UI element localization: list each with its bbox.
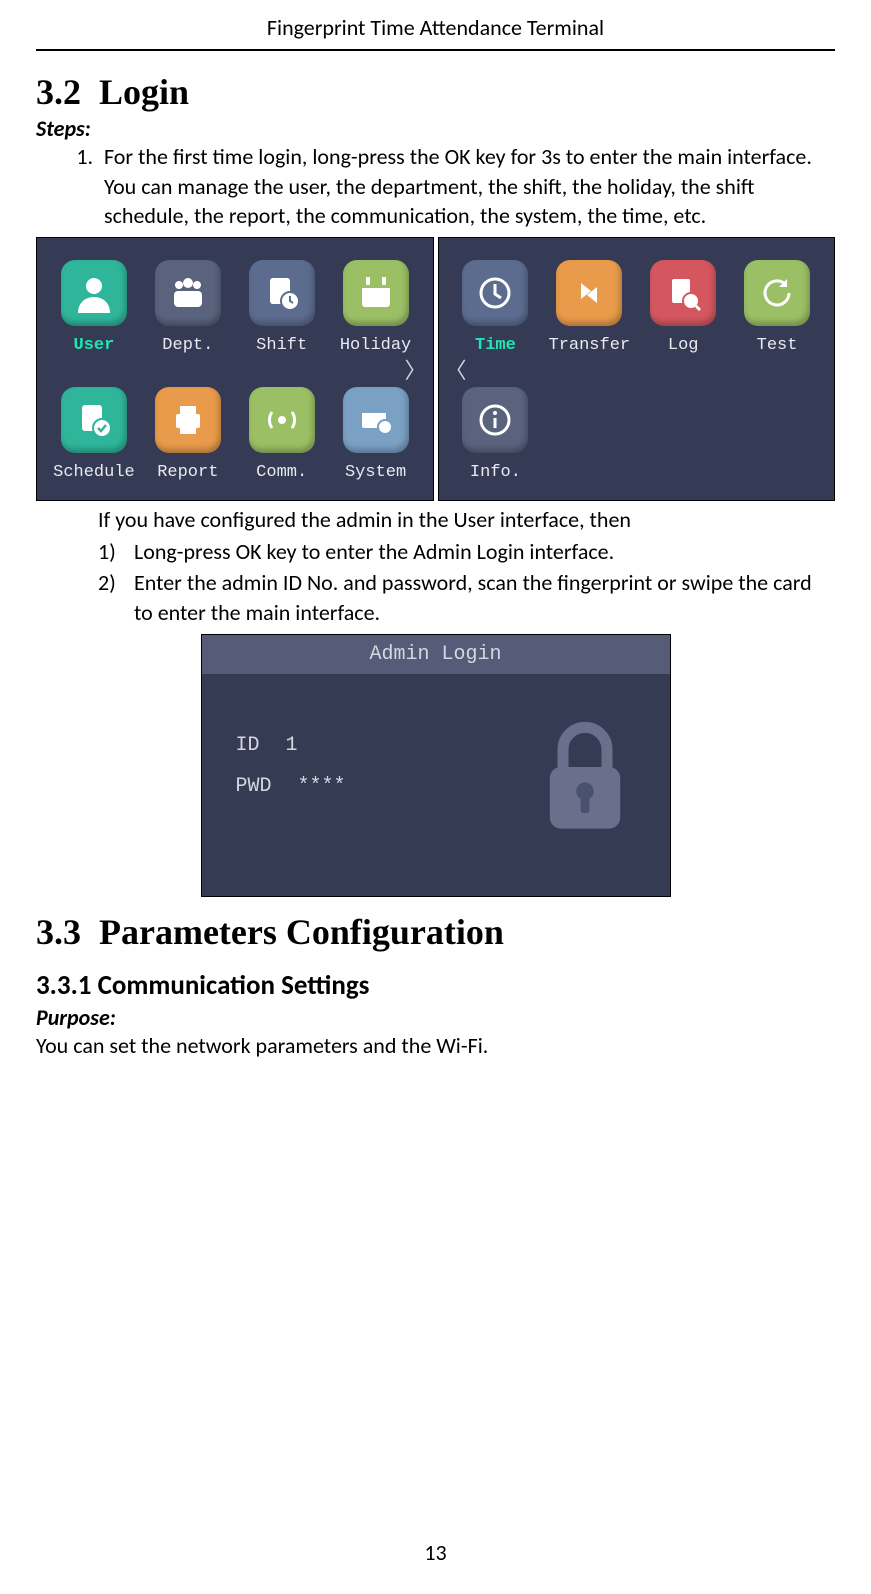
empty-cell xyxy=(730,387,824,482)
check-doc-icon xyxy=(61,387,127,453)
subsection-heading: 3.3.1 Communication Settings xyxy=(36,969,835,1002)
pager-next-icon[interactable]: 〉 xyxy=(404,353,426,385)
admin-id-row: ID 1 xyxy=(236,734,346,757)
lock-icon xyxy=(520,698,650,858)
menu-schedule[interactable]: Schedule xyxy=(47,387,141,482)
empty-cell xyxy=(542,387,636,482)
menu-label: Time xyxy=(475,336,516,355)
substep-2: Enter the admin ID No. and password, sca… xyxy=(98,568,835,627)
refresh-icon xyxy=(744,260,810,326)
id-label: ID xyxy=(236,734,260,757)
menu-label: User xyxy=(74,336,115,355)
admin-pwd-row: PWD **** xyxy=(236,775,346,798)
section-title: Parameters Configuration xyxy=(99,912,504,952)
wifi-icon xyxy=(249,387,315,453)
menu-label: Shift xyxy=(256,336,307,355)
screen-page-2: 〈 Time Transfer Log xyxy=(438,237,836,501)
menu-report[interactable]: Report xyxy=(141,387,235,482)
section-number: 3.3 xyxy=(36,912,81,952)
gear-window-icon xyxy=(343,387,409,453)
menu-label: Info. xyxy=(470,463,521,482)
menu-holiday[interactable]: Holiday xyxy=(329,260,423,355)
menu-label: System xyxy=(345,463,406,482)
substep-1: Long-press OK key to enter the Admin Log… xyxy=(98,537,835,567)
menu-info[interactable]: Info. xyxy=(449,387,543,482)
admin-login-screen: Admin Login ID 1 PWD **** xyxy=(201,634,671,897)
menu-label: Comm. xyxy=(256,463,307,482)
menu-user[interactable]: User xyxy=(47,260,141,355)
clock-icon xyxy=(462,260,528,326)
sub-steps: Long-press OK key to enter the Admin Log… xyxy=(98,537,835,628)
screen-page-1: User Dept. Shift Holiday xyxy=(36,237,434,501)
doc-header: Fingerprint Time Attendance Terminal xyxy=(36,0,835,49)
step-1-line1: For the first time login, long-press the… xyxy=(104,143,812,170)
log-icon xyxy=(650,260,716,326)
menu-label: Schedule xyxy=(53,463,135,482)
section-login-heading: 3.2 Login xyxy=(36,71,835,113)
menu-label: Report xyxy=(157,463,218,482)
admin-login-title: Admin Login xyxy=(202,635,670,674)
people-icon xyxy=(155,260,221,326)
menu-log[interactable]: Log xyxy=(636,260,730,355)
info-icon xyxy=(462,387,528,453)
purpose-label: Purpose: xyxy=(36,1004,835,1031)
device-screens: User Dept. Shift Holiday xyxy=(36,237,835,501)
section-params-heading: 3.3 Parameters Configuration xyxy=(36,911,835,953)
pager-prev-icon[interactable]: 〈 xyxy=(445,353,467,385)
id-value[interactable]: 1 xyxy=(286,734,298,757)
menu-dept[interactable]: Dept. xyxy=(141,260,235,355)
empty-cell xyxy=(636,387,730,482)
clock-doc-icon xyxy=(249,260,315,326)
menu-system[interactable]: System xyxy=(329,387,423,482)
transfer-icon xyxy=(556,260,622,326)
menu-comm[interactable]: Comm. xyxy=(235,387,329,482)
printer-icon xyxy=(155,387,221,453)
steps-list: For the first time login, long-press the… xyxy=(98,142,835,231)
steps-label: Steps: xyxy=(36,115,835,142)
menu-test[interactable]: Test xyxy=(730,260,824,355)
menu-label: Test xyxy=(757,336,798,355)
menu-label: Log xyxy=(668,336,699,355)
menu-transfer[interactable]: Transfer xyxy=(542,260,636,355)
purpose-text: You can set the network parameters and t… xyxy=(36,1031,835,1061)
menu-label: Holiday xyxy=(340,336,411,355)
menu-shift[interactable]: Shift xyxy=(235,260,329,355)
header-rule xyxy=(36,49,835,51)
step-1-line2: You can manage the user, the department,… xyxy=(104,173,754,230)
post-grid-text: If you have configured the admin in the … xyxy=(98,505,835,535)
subsection-title: Communication Settings xyxy=(98,969,370,1002)
step-1: For the first time login, long-press the… xyxy=(98,142,835,231)
calendar-icon xyxy=(343,260,409,326)
menu-label: Transfer xyxy=(549,336,631,355)
pwd-value[interactable]: **** xyxy=(298,775,346,798)
section-title: Login xyxy=(99,72,189,112)
section-number: 3.2 xyxy=(36,72,81,112)
page-number: 13 xyxy=(0,1539,871,1566)
menu-label: Dept. xyxy=(162,336,213,355)
subsection-number: 3.3.1 xyxy=(36,969,91,1002)
user-icon xyxy=(61,260,127,326)
menu-time[interactable]: Time xyxy=(449,260,543,355)
pwd-label: PWD xyxy=(236,775,272,798)
